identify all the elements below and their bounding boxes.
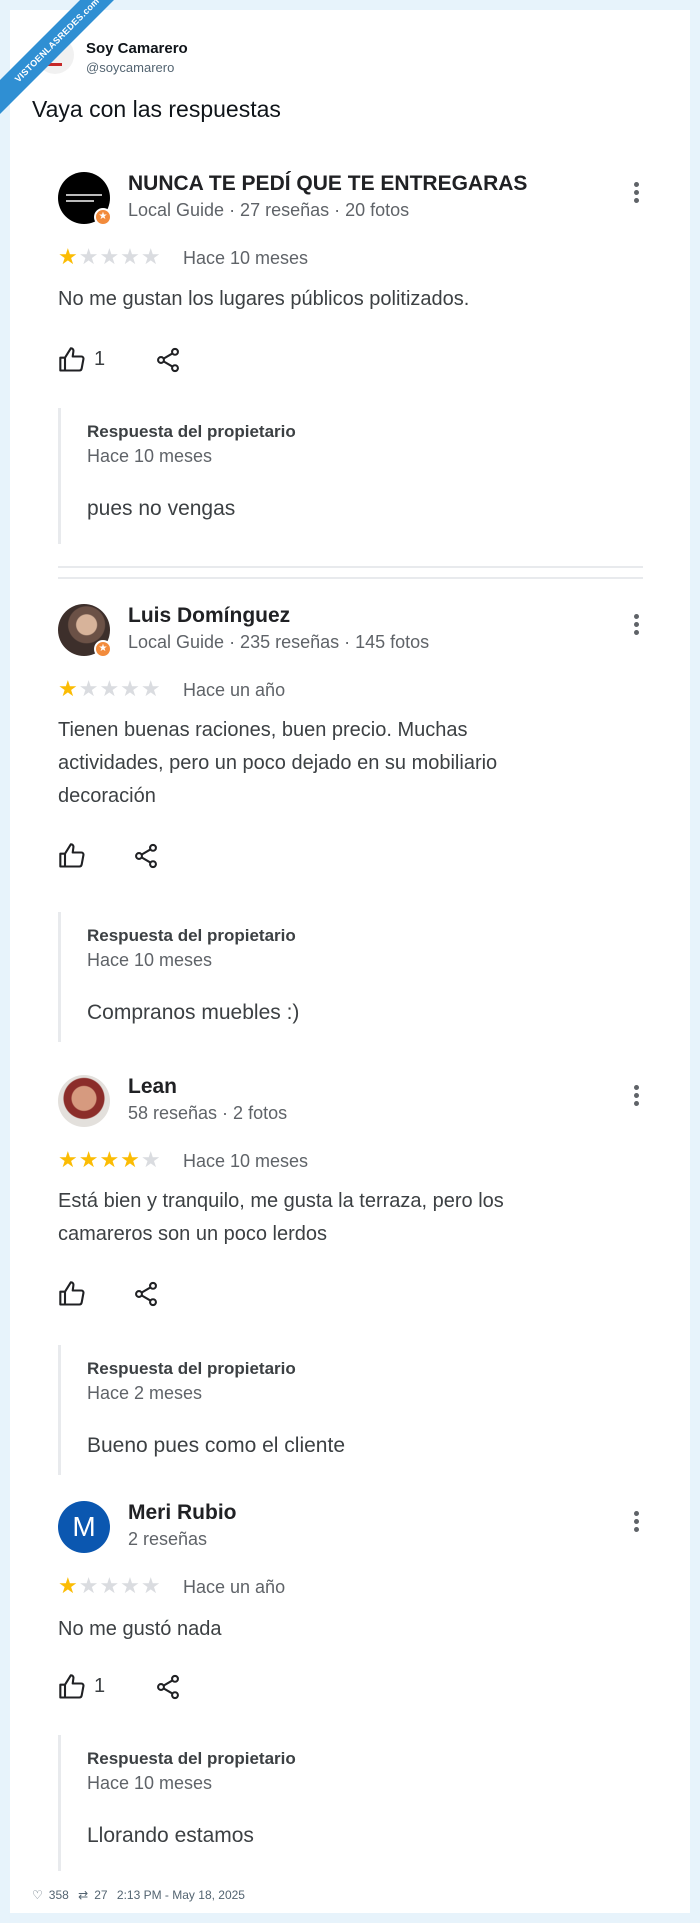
tweet-footer: ♡ 358 ⇄ 27 2:13 PM - May 18, 2025 [32,1888,251,1902]
owner-reply-text: pues no vengas [87,497,236,520]
reviewer-meta: 58 reseñas · 2 fotos [128,1103,288,1123]
reviewer-name[interactable]: Lean [128,1075,177,1099]
review-card: ★ NUNCA TE PEDÍ QUE TE ENTREGARAS Local … [58,172,648,562]
tweet-text: Vaya con las respuestas [32,96,281,122]
owner-reply-text: Bueno pues como el cliente [87,1434,345,1457]
local-guide-badge-icon: ★ [94,640,112,658]
like-count: 1 [94,348,106,370]
owner-reply-title: Respuesta del propietario [87,422,296,441]
review-text: No me gustó nada [58,1618,222,1640]
reviewer-avatar[interactable] [58,1075,110,1127]
share-icon[interactable] [132,842,160,870]
review-date: Hace 10 meses [183,248,309,268]
review-card: M Meri Rubio 2 reseñas ★★★★★ Hace un año… [58,1501,648,1881]
more-options-icon[interactable] [630,1511,642,1537]
more-options-icon[interactable] [630,614,642,640]
author-handle[interactable]: @soycamarero [86,60,174,75]
review-card: ★ Luis Domínguez Local Guide · 235 reseñ… [58,604,648,1044]
thumbs-up-icon[interactable] [58,1280,86,1308]
review-date: Hace un año [183,680,286,700]
reviewer-meta: Local Guide · 27 reseñas · 20 fotos [128,200,410,220]
owner-reply: Respuesta del propietario Hace 10 meses … [58,408,618,544]
local-guide-badge-icon: ★ [94,208,112,226]
owner-reply-text: Compranos muebles :) [87,1001,300,1024]
share-icon[interactable] [154,1673,182,1701]
reviewer-meta: 2 reseñas [128,1529,208,1549]
share-icon[interactable] [132,1280,160,1308]
tweet-timestamp: 2:13 PM - May 18, 2025 [116,1888,245,1902]
owner-reply-title: Respuesta del propietario [87,1749,296,1768]
retweet-total: 27 [94,1888,108,1902]
owner-reply-date: Hace 10 meses [87,446,213,466]
divider [58,566,643,568]
owner-reply-title: Respuesta del propietario [87,1359,296,1378]
like-total: 358 [48,1888,69,1902]
review-text: No me gustan los lugares públicos politi… [58,288,470,310]
owner-reply: Respuesta del propietario Hace 10 meses … [58,1735,618,1871]
more-options-icon[interactable] [630,182,642,208]
retweet-icon[interactable]: ⇄ [78,1888,88,1902]
share-icon[interactable] [154,346,182,374]
like-count: 1 [94,1675,106,1697]
reviewer-name[interactable]: Luis Domínguez [128,604,290,628]
review-text: Está bien y tranquilo, me gusta la terra… [58,1190,504,1245]
review-date: Hace un año [183,1577,286,1597]
owner-reply: Respuesta del propietario Hace 10 meses … [58,912,618,1042]
star-rating: ★★★★★ [58,1573,162,1598]
review-date: Hace 10 meses [183,1151,309,1171]
heart-icon[interactable]: ♡ [32,1888,43,1902]
owner-reply-title: Respuesta del propietario [87,926,296,945]
thumbs-up-icon[interactable] [58,346,86,374]
reviewer-avatar[interactable]: M [58,1501,110,1553]
review-text: Tienen buenas raciones, buen precio. Muc… [58,719,498,807]
owner-reply: Respuesta del propietario Hace 2 meses B… [58,1345,618,1475]
star-rating: ★★★★★ [58,1147,162,1172]
tweet-card: VISTOENLASREDES.com Soy Camarero @soycam… [0,0,690,1913]
reviewer-name[interactable]: NUNCA TE PEDÍ QUE TE ENTREGARAS [128,172,527,196]
more-options-icon[interactable] [630,1085,642,1111]
thumbs-up-icon[interactable] [58,842,86,870]
owner-reply-date: Hace 10 meses [87,1773,213,1793]
owner-reply-date: Hace 10 meses [87,950,213,970]
divider [58,577,643,579]
author-name[interactable]: Soy Camarero [86,40,188,57]
star-rating: ★★★★★ [58,244,162,269]
star-rating: ★★★★★ [58,676,162,701]
reviewer-meta: Local Guide · 235 reseñas · 145 fotos [128,632,430,652]
reviewer-name[interactable]: Meri Rubio [128,1501,237,1525]
review-card: Lean 58 reseñas · 2 fotos ★★★★★ Hace 10 … [58,1075,648,1485]
owner-reply-date: Hace 2 meses [87,1383,203,1403]
owner-reply-text: Llorando estamos [87,1824,254,1847]
thumbs-up-icon[interactable] [58,1673,86,1701]
